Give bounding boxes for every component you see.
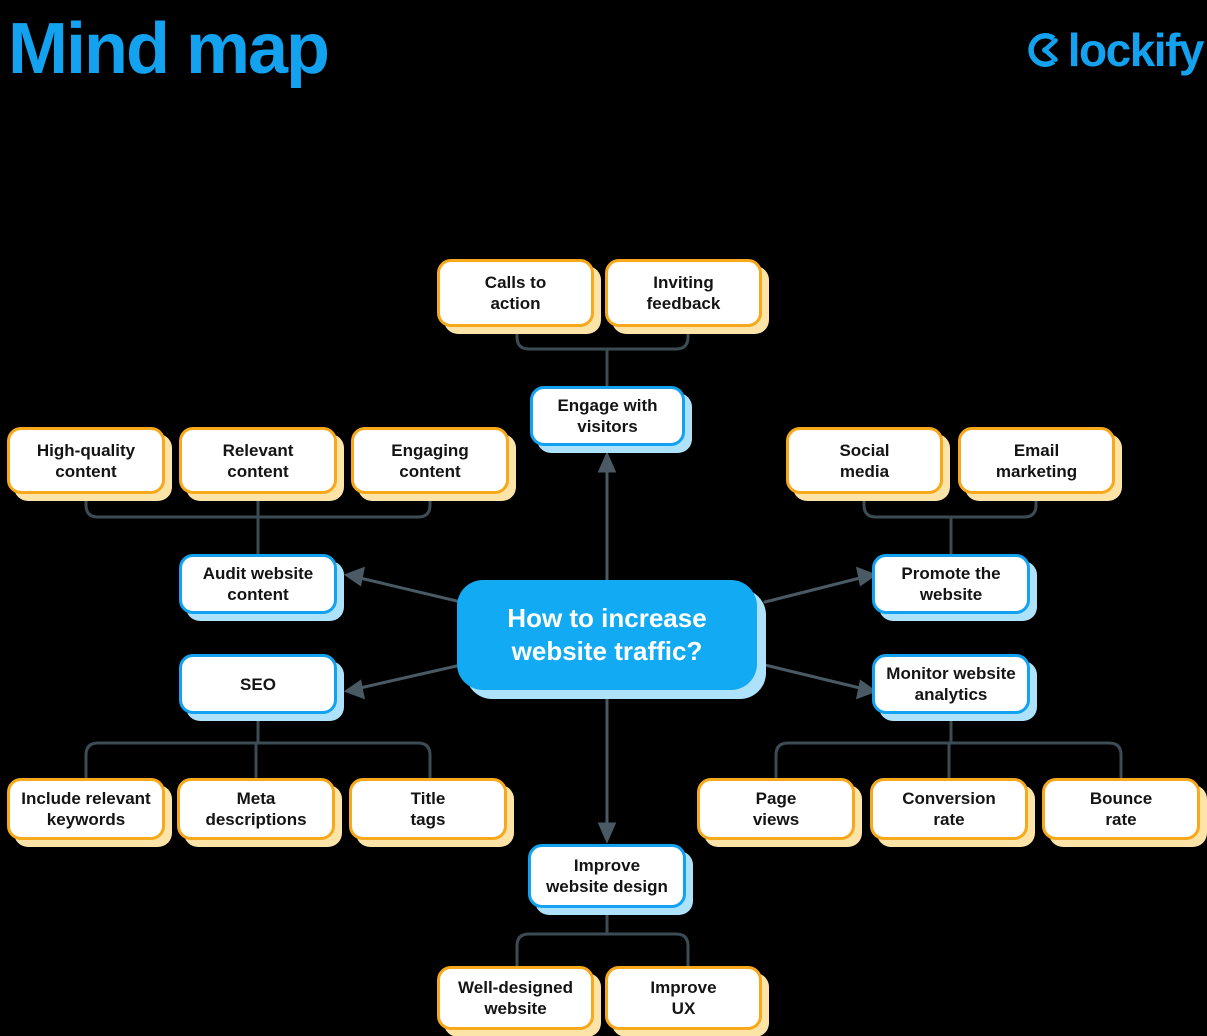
edge-high-quality-content — [84, 491, 260, 519]
node-label: Well-designed website — [458, 978, 573, 1018]
node-include-relevant-keywords[interactable]: Include relevant keywords — [7, 778, 165, 840]
edge-engaging-content — [256, 491, 432, 519]
node-label: Improve UX — [650, 978, 717, 1018]
arrowhead-improve-design — [597, 822, 617, 844]
node-meta-descriptions[interactable]: Meta descriptions — [177, 778, 335, 840]
node-title-tags[interactable]: Title tags — [349, 778, 507, 840]
node-label: Improve website design — [546, 856, 668, 896]
node-central-how-to-increase-website-traffic[interactable]: How to increase website traffic? — [457, 580, 757, 690]
mind-map-diagram: Calls to action Inviting feedback Engage… — [0, 0, 1207, 1036]
arrow-to-promote-the-website — [763, 576, 862, 604]
node-label: Include relevant keywords — [21, 789, 151, 829]
edge-social-media — [862, 491, 953, 519]
edge-page-views — [774, 741, 953, 779]
edge-inviting-feedback — [605, 324, 690, 351]
node-engaging-content[interactable]: Engaging content — [351, 427, 509, 494]
node-email-marketing[interactable]: Email marketing — [958, 427, 1115, 494]
arrowhead-engage — [597, 451, 617, 473]
node-label: Social media — [839, 440, 890, 481]
node-label: Calls to action — [484, 273, 547, 313]
node-label: Promote the website — [901, 564, 1001, 604]
node-label: SEO — [240, 674, 276, 694]
node-relevant-content[interactable]: Relevant content — [179, 427, 337, 494]
node-label: Inviting feedback — [646, 273, 721, 313]
node-label: Engaging content — [391, 440, 469, 481]
node-engage-with-visitors[interactable]: Engage with visitors — [530, 386, 685, 446]
node-label: Monitor website analytics — [886, 664, 1016, 704]
node-bounce-rate[interactable]: Bounce rate — [1042, 778, 1200, 840]
node-label: Relevant content — [222, 440, 294, 481]
node-page-views[interactable]: Page views — [697, 778, 855, 840]
node-social-media[interactable]: Social media — [786, 427, 943, 494]
node-label: High-quality content — [36, 440, 136, 481]
node-label: Meta descriptions — [205, 789, 307, 829]
edge-calls-to-action — [515, 324, 609, 351]
node-audit-website-content[interactable]: Audit website content — [179, 554, 337, 614]
node-well-designed-website[interactable]: Well-designed website — [437, 966, 594, 1030]
node-calls-to-action[interactable]: Calls to action — [437, 259, 594, 327]
edge-include-relevant-keywords — [84, 741, 260, 779]
node-conversion-rate[interactable]: Conversion rate — [870, 778, 1028, 840]
node-seo[interactable]: SEO — [179, 654, 337, 714]
edge-email-marketing — [949, 491, 1038, 519]
node-promote-the-website[interactable]: Promote the website — [872, 554, 1030, 614]
arrow-to-seo — [358, 663, 463, 690]
node-label: Bounce rate — [1089, 789, 1153, 829]
edge-bounce-rate — [949, 741, 1123, 779]
node-label: Conversion rate — [902, 789, 996, 829]
node-label: Audit website content — [202, 564, 314, 604]
node-monitor-website-analytics[interactable]: Monitor website analytics — [872, 654, 1030, 714]
arrowhead-audit — [343, 566, 366, 587]
node-label: Engage with visitors — [557, 396, 658, 436]
edge-well-designed-website — [515, 932, 609, 968]
edge-improve-ux — [605, 932, 690, 968]
node-improve-ux[interactable]: Improve UX — [605, 966, 762, 1030]
node-improve-website-design[interactable]: Improve website design — [528, 844, 686, 908]
edge-title-tags — [256, 741, 432, 779]
node-inviting-feedback[interactable]: Inviting feedback — [605, 259, 762, 327]
node-label: Page views — [752, 789, 800, 829]
arrow-to-audit-website-content — [358, 576, 463, 604]
node-label: How to increase website traffic? — [507, 603, 707, 666]
node-label: Title tags — [410, 789, 446, 829]
arrowhead-seo — [343, 679, 366, 700]
node-label: Email marketing — [995, 440, 1078, 481]
node-high-quality-content[interactable]: High-quality content — [7, 427, 165, 494]
arrow-to-monitor-website-analytics — [763, 663, 862, 690]
